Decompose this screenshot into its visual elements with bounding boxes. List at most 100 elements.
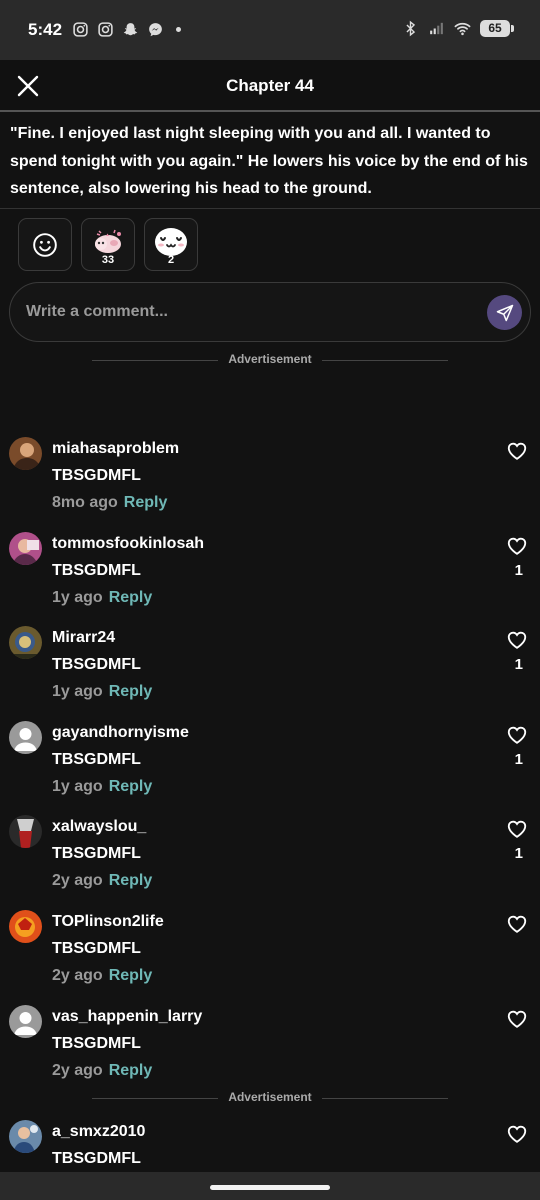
home-indicator[interactable] (210, 1185, 330, 1190)
comment-username[interactable]: miahasaproblem (52, 440, 179, 458)
signal-icon (430, 22, 443, 35)
reactions-row: 33 2 (18, 218, 198, 271)
notification-icons (72, 21, 181, 38)
more-notifications-dot (176, 27, 181, 32)
comment-time: 8mo ago (52, 494, 118, 511)
heart-icon[interactable] (506, 724, 528, 746)
wifi-icon (454, 22, 471, 36)
advertisement-divider: Advertisement (0, 352, 540, 368)
advertisement-divider: Advertisement (0, 1090, 540, 1106)
reply-button[interactable]: Reply (109, 683, 153, 700)
like-count: 1 (514, 562, 523, 579)
comment-text: TBSGDMFL (52, 751, 141, 768)
comment-time: 1y ago (52, 683, 103, 700)
comment-username[interactable]: a_smxz2010 (52, 1123, 145, 1141)
avatar[interactable] (9, 910, 42, 943)
comment-time: 1y ago (52, 778, 103, 795)
comment-username[interactable]: xalwayslou_ (52, 818, 146, 836)
comment-username[interactable]: TOPlinson2life (52, 913, 164, 931)
comment-meta: 1y ago Reply (52, 683, 152, 701)
chapter-excerpt: "Fine. I enjoyed last night sleeping wit… (10, 125, 528, 197)
comment-meta: 2y ago Reply (52, 1062, 152, 1080)
page-title: Chapter 44 (226, 76, 314, 95)
comment-username[interactable]: gayandhornyisme (52, 724, 189, 742)
comment-time: 2y ago (52, 1062, 103, 1079)
comment-username[interactable]: Mirarr24 (52, 629, 115, 647)
uwu-face-sticker (155, 228, 187, 256)
comment-username[interactable]: vas_happenin_larry (52, 1008, 202, 1026)
status-bar: 5:42 65 (0, 0, 540, 60)
add-reaction-icon (33, 233, 57, 257)
comment-text: TBSGDMFL (52, 1035, 141, 1052)
comment-username[interactable]: tommosfookinlosah (52, 535, 204, 553)
bluetooth-icon (406, 20, 416, 37)
system-icons: 65 (402, 20, 514, 37)
reply-button[interactable]: Reply (109, 589, 153, 606)
comment-item: gayandhornyisme TBSGDMFL 1y ago Reply 1 (0, 721, 540, 815)
reaction-count: 33 (101, 254, 115, 266)
heart-icon[interactable] (506, 818, 528, 840)
comment-meta: 8mo ago Reply (52, 494, 167, 512)
divider (0, 208, 540, 209)
like-count: 1 (514, 656, 523, 673)
pink-creature-sticker (95, 229, 121, 253)
like-count: 1 (514, 751, 523, 768)
comment-meta: 1y ago Reply (52, 589, 152, 607)
app-header: Chapter 44 (0, 60, 540, 112)
reply-button[interactable]: Reply (109, 872, 153, 889)
comment-composer (9, 282, 531, 342)
comment-item: Mirarr24 TBSGDMFL 1y ago Reply 1 (0, 626, 540, 720)
advertisement-label: Advertisement (228, 1090, 312, 1104)
avatar[interactable] (9, 1005, 42, 1038)
send-button[interactable] (487, 295, 522, 330)
heart-icon[interactable] (506, 535, 528, 557)
add-reaction-button[interactable] (18, 218, 72, 271)
comment-time: 2y ago (52, 872, 103, 889)
comment-meta: 1y ago Reply (52, 778, 152, 796)
reply-button[interactable]: Reply (124, 494, 168, 511)
reaction-count: 2 (167, 254, 175, 266)
reaction-sticker-pink[interactable]: 33 (81, 218, 135, 271)
reply-button[interactable]: Reply (109, 778, 153, 795)
system-nav-bar (0, 1172, 540, 1200)
send-icon (496, 304, 513, 321)
reaction-sticker-uwu[interactable]: 2 (144, 218, 198, 271)
comment-text: TBSGDMFL (52, 562, 141, 579)
like-count: 1 (514, 845, 523, 862)
heart-icon[interactable] (506, 440, 528, 462)
comment-text: TBSGDMFL (52, 656, 141, 673)
avatar[interactable] (9, 532, 42, 565)
advertisement-label: Advertisement (228, 352, 312, 366)
divider (322, 360, 448, 361)
comment-item: xalwayslou_ TBSGDMFL 2y ago Reply 1 (0, 815, 540, 909)
comment-item: TOPlinson2life TBSGDMFL 2y ago Reply (0, 910, 540, 1004)
comment-item: a_smxz2010 TBSGDMFL (0, 1120, 540, 1172)
snapchat-icon (123, 23, 138, 36)
comment-meta: 2y ago Reply (52, 872, 152, 890)
reply-button[interactable]: Reply (109, 967, 153, 984)
status-time: 5:42 (28, 20, 63, 39)
avatar[interactable] (9, 1120, 42, 1153)
battery-icon: 65 (480, 20, 514, 37)
comment-item: miahasaproblem TBSGDMFL 8mo ago Reply (0, 437, 540, 531)
instagram-icon (73, 22, 88, 37)
heart-icon[interactable] (506, 629, 528, 651)
comment-text: TBSGDMFL (52, 845, 141, 862)
heart-icon[interactable] (506, 913, 528, 935)
divider (322, 1098, 448, 1099)
comment-input[interactable] (26, 300, 466, 324)
comment-item: vas_happenin_larry TBSGDMFL 2y ago Reply (0, 1005, 540, 1099)
instagram-icon (98, 22, 113, 37)
reply-button[interactable]: Reply (109, 1062, 153, 1079)
comment-text: TBSGDMFL (52, 467, 141, 484)
messenger-icon (149, 23, 162, 37)
heart-icon[interactable] (506, 1008, 528, 1030)
avatar[interactable] (9, 626, 42, 659)
comment-time: 1y ago (52, 589, 103, 606)
avatar[interactable] (9, 721, 42, 754)
heart-icon[interactable] (506, 1123, 528, 1145)
avatar[interactable] (9, 437, 42, 470)
comment-meta: 2y ago Reply (52, 967, 152, 985)
avatar[interactable] (9, 815, 42, 848)
comment-time: 2y ago (52, 967, 103, 984)
